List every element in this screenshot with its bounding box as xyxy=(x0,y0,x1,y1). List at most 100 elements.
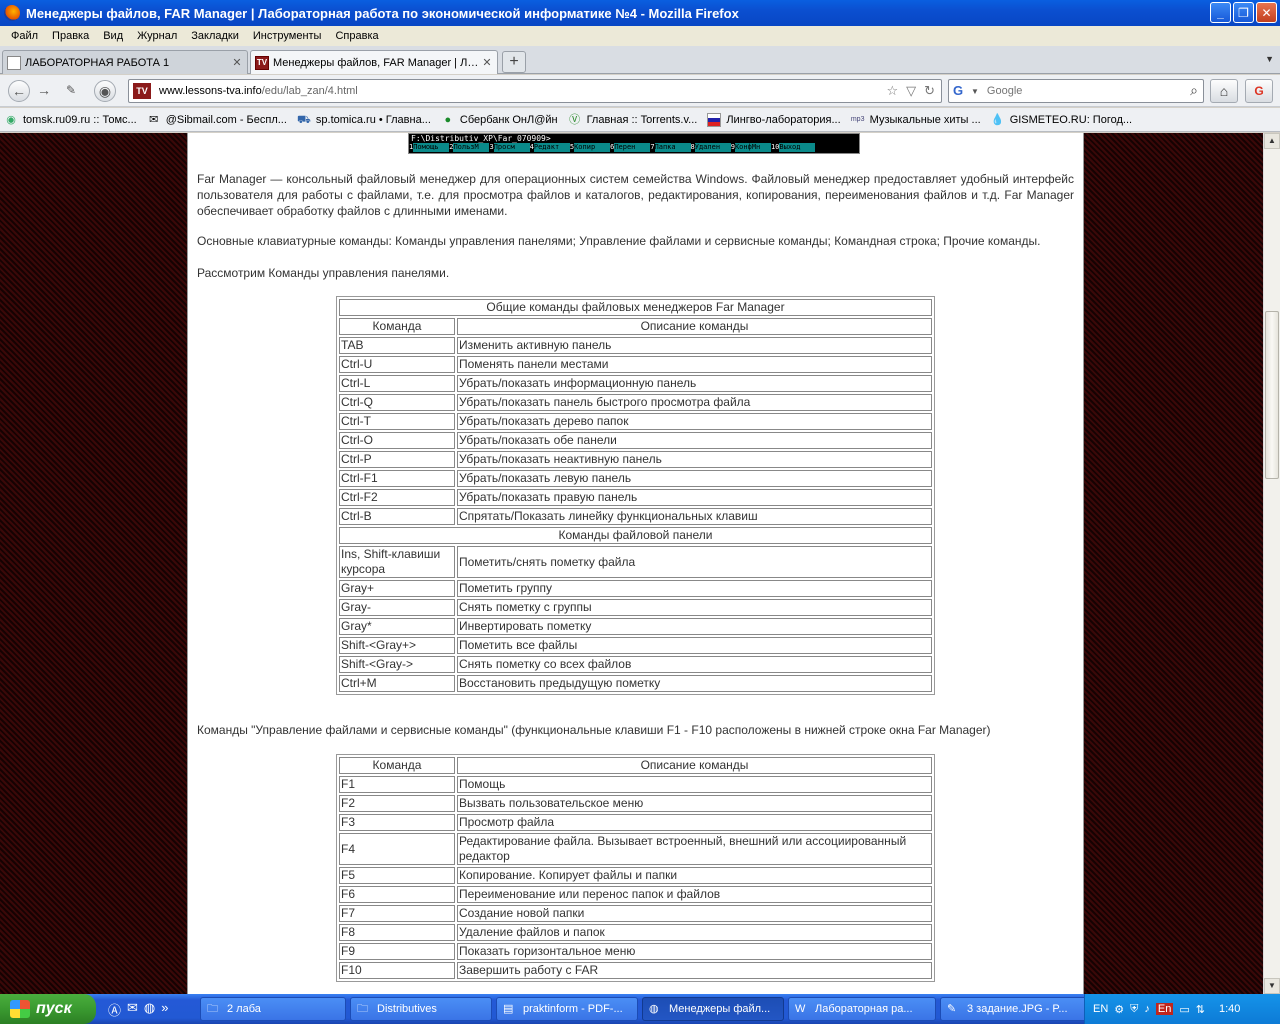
command-description-cell: Вызвать пользовательское меню xyxy=(457,795,932,812)
command-key-cell: Ctrl-B xyxy=(339,508,455,525)
far-key-label: Просм xyxy=(493,143,530,152)
bookmark-torrents[interactable]: Ⓥ Главная :: Torrents.v... xyxy=(568,113,697,127)
eye-icon[interactable]: ◉ xyxy=(94,80,116,102)
tab-list-chevron-icon[interactable]: ▼ xyxy=(1265,54,1274,64)
tab-close-icon[interactable]: ✕ xyxy=(481,56,493,69)
command-description-cell: Убрать/показать дерево папок xyxy=(457,413,932,430)
bookmark-tomica[interactable]: ⛟ sp.tomica.ru • Главна... xyxy=(297,113,431,127)
table-row: F3 Просмотр файла xyxy=(339,814,932,831)
command-key-cell: F4 xyxy=(339,833,455,865)
far-key-label: Помощь xyxy=(413,143,450,152)
taskbar-task-label: Лабораторная ра... xyxy=(815,1003,913,1015)
command-description-cell: Восстановить предыдущую пометку xyxy=(457,675,932,692)
tray-shield-icon[interactable]: ⛨ xyxy=(1130,1003,1138,1016)
taskbar-task[interactable]: 🗀 Distributives xyxy=(350,997,492,1021)
gmail-icon[interactable]: G xyxy=(1245,79,1273,103)
search-engine-dropdown-icon[interactable]: ▼ xyxy=(971,87,979,96)
far-key-label: Выход xyxy=(779,143,816,152)
table-row: F4 Редактирование файла. Вызывает встроен… xyxy=(339,833,932,865)
taskbar-task[interactable]: W Лабораторная ра... xyxy=(788,997,936,1021)
word-icon: W xyxy=(795,1003,806,1015)
search-icon[interactable]: ⌕ xyxy=(1190,82,1198,99)
bookmark-sibmail[interactable]: ✉ @Sibmail.com - Беспл... xyxy=(147,113,287,127)
menu-view[interactable]: Вид xyxy=(96,30,130,42)
command-description-cell: Копирование. Копирует файлы и папки xyxy=(457,867,932,884)
taskbar-task[interactable]: 🗀 2 лаба xyxy=(200,997,346,1021)
far-key-label: ПользМ xyxy=(453,143,490,152)
home-button[interactable]: ⌂ xyxy=(1210,79,1238,103)
drop-icon: 💧 xyxy=(990,113,1005,126)
bookmark-music[interactable]: mp3 Музыкальные хиты ... xyxy=(851,113,981,127)
reload-icon[interactable]: ↻ xyxy=(924,83,935,99)
scroll-down-icon[interactable]: ▼ xyxy=(1264,978,1280,994)
menu-file[interactable]: Файл xyxy=(4,30,45,42)
close-window-button[interactable]: ✕ xyxy=(1256,2,1277,23)
search-input[interactable] xyxy=(986,85,1177,97)
table-row: F5 Копирование. Копирует файлы и папки xyxy=(339,867,932,884)
menu-tools[interactable]: Инструменты xyxy=(246,30,329,42)
command-key-cell: F1 xyxy=(339,776,455,793)
firefox-launch-icon[interactable]: ◍ xyxy=(144,1000,155,1019)
opera-icon[interactable]: Ⓐ xyxy=(108,1000,121,1019)
taskbar-task[interactable]: ▤ praktinform - PDF-... xyxy=(496,997,638,1021)
new-tab-button[interactable]: + xyxy=(502,51,526,73)
menu-bookmarks[interactable]: Закладки xyxy=(184,30,246,42)
tab-bar: ЛАБОРАТОРНАЯ РАБОТА 1 ✕ TV Менеджеры фай… xyxy=(0,46,1280,74)
file-commands-intro: Команды "Управление файлами и сервисные … xyxy=(197,723,991,737)
url-text[interactable]: www.lessons-tva.info/edu/lab_zan/4.html xyxy=(159,85,358,97)
far-key-label: Перен xyxy=(614,143,651,152)
keyboard-layout-indicator[interactable]: En xyxy=(1155,1003,1174,1015)
table-row: F9 Показать горизонтальное меню xyxy=(339,943,932,960)
taskbar-task[interactable]: ◍ Менеджеры файл... xyxy=(642,997,784,1021)
minimize-button[interactable]: _ xyxy=(1210,2,1231,23)
table-row: Ctrl-O Убрать/показать обе панели xyxy=(339,432,932,449)
more-chevron-icon[interactable]: » xyxy=(161,1000,168,1019)
bookmark-lingvo[interactable]: Лингво-лаборатория... xyxy=(707,112,841,127)
bookmark-sberbank[interactable]: ● Сбербанк ОнЛ@йн xyxy=(441,113,558,127)
forward-button[interactable]: → xyxy=(33,80,55,102)
tools-icon[interactable]: ✎ xyxy=(60,80,82,102)
bookmark-tomsk[interactable]: ◉ tomsk.ru09.ru :: Томс... xyxy=(4,113,137,127)
tray-monitor-icon[interactable]: ▭ xyxy=(1179,1003,1189,1016)
tray-volume-icon[interactable]: ♪ xyxy=(1144,1003,1150,1015)
table-row: Shift-<Gray+> Пометить все файлы xyxy=(339,637,932,654)
back-button[interactable]: ← xyxy=(8,80,30,102)
url-bar[interactable]: TV www.lessons-tva.info/edu/lab_zan/4.ht… xyxy=(128,79,942,103)
search-box[interactable]: G ▼ ⌕ xyxy=(948,79,1204,103)
menu-history[interactable]: Журнал xyxy=(130,30,184,42)
mail-icon: ✉ xyxy=(149,113,159,126)
url-dropdown-icon[interactable]: ▽ xyxy=(906,83,916,99)
google-icon[interactable]: G xyxy=(953,83,969,99)
table-row: Ctrl-F2 Убрать/показать правую панель xyxy=(339,489,932,506)
taskbar-task[interactable]: ✎ 3 задание.JPG - P... xyxy=(940,997,1088,1021)
column-header-command: Команда xyxy=(339,757,455,774)
command-description-cell: Переименование или перенос папок и файло… xyxy=(457,886,932,903)
command-key-cell: Gray+ xyxy=(339,580,455,597)
tab-close-icon[interactable]: ✕ xyxy=(231,56,243,69)
page-icon xyxy=(7,55,21,70)
column-header-description: Описание команды xyxy=(457,757,932,774)
table-row: TAB Изменить активную панель xyxy=(339,337,932,354)
tab-lab-work-1[interactable]: ЛАБОРАТОРНАЯ РАБОТА 1 ✕ xyxy=(2,50,248,74)
bookmark-gismeteo[interactable]: 💧 GISMETEO.RU: Погод... xyxy=(991,113,1132,127)
table-section-row: Команды файловой панели xyxy=(339,527,932,544)
scroll-up-icon[interactable]: ▲ xyxy=(1264,133,1280,149)
page-content: F:\Distributiv_XP\Far_070909> 1 Помощь 2 По… xyxy=(187,133,1084,994)
tab-far-manager[interactable]: TV Менеджеры файлов, FAR Manager | Ла...… xyxy=(250,50,498,74)
tray-safely-remove-icon[interactable]: ⇅ xyxy=(1196,1003,1205,1016)
menu-edit[interactable]: Правка xyxy=(45,30,96,42)
command-key-cell: Ctrl-L xyxy=(339,375,455,392)
tray-network-icon[interactable]: ⚙ xyxy=(1114,1003,1124,1016)
vertical-scrollbar[interactable]: ▲ ▼ xyxy=(1263,133,1280,994)
site-identity-icon[interactable]: TV xyxy=(133,83,151,99)
bookmark-star-icon[interactable]: ☆ xyxy=(886,83,898,99)
table-row: Ctrl-Q Убрать/показать панель быстрого пр… xyxy=(339,394,932,411)
menu-help[interactable]: Справка xyxy=(328,30,385,42)
scroll-thumb[interactable] xyxy=(1265,311,1279,479)
start-button[interactable]: пуск xyxy=(0,994,96,1024)
messenger-icon[interactable]: ✉ xyxy=(127,1000,138,1019)
restore-button[interactable]: ❐ xyxy=(1233,2,1254,23)
language-indicator[interactable]: EN xyxy=(1093,1003,1108,1015)
far-key-number: 10 xyxy=(770,143,780,151)
table-row: Ctrl-L Убрать/показать информационную пан… xyxy=(339,375,932,392)
